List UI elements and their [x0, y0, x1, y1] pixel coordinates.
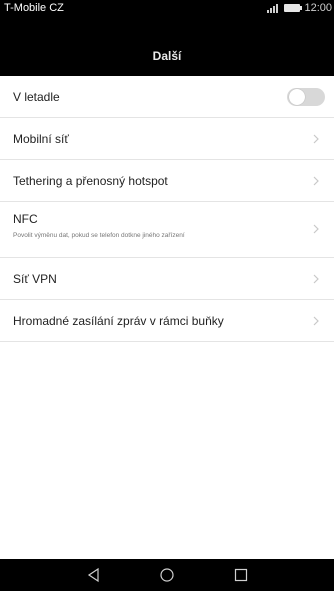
setting-sublabel: Povolit výměnu dat, pokud se telefon dot…: [13, 232, 185, 239]
setting-label: V letadle: [13, 90, 60, 104]
setting-label: Síť VPN: [13, 272, 57, 286]
home-icon[interactable]: [159, 567, 175, 583]
back-icon[interactable]: [86, 567, 102, 583]
status-bar: T-Mobile CZ 12:00: [0, 0, 334, 16]
toggle-knob: [289, 89, 305, 105]
setting-vpn[interactable]: Síť VPN: [0, 258, 334, 300]
recents-icon[interactable]: [233, 567, 249, 583]
clock: 12:00: [304, 2, 332, 14]
setting-tethering[interactable]: Tethering a přenosný hotspot: [0, 160, 334, 202]
signal-icon: [266, 3, 280, 13]
setting-mobile-network[interactable]: Mobilní síť: [0, 118, 334, 160]
setting-nfc[interactable]: NFC Povolit výměnu dat, pokud se telefon…: [0, 202, 334, 258]
title-bar: Další: [0, 16, 334, 76]
setting-label: Tethering a přenosný hotspot: [13, 174, 168, 188]
setting-airplane-mode[interactable]: V letadle: [0, 76, 334, 118]
chevron-right-icon: [313, 274, 319, 284]
settings-list: V letadle Mobilní síť Tethering a přenos…: [0, 76, 334, 342]
navigation-bar: [0, 559, 334, 591]
setting-label: Hromadné zasílání zpráv v rámci buňky: [13, 314, 224, 328]
battery-icon: [284, 4, 303, 12]
setting-label: Mobilní síť: [13, 132, 69, 146]
page-title: Další: [152, 49, 182, 63]
setting-label: NFC: [13, 212, 38, 226]
airplane-mode-toggle[interactable]: [287, 88, 325, 106]
chevron-right-icon: [313, 134, 319, 144]
chevron-right-icon: [313, 316, 319, 326]
carrier-name: T-Mobile CZ: [4, 2, 64, 14]
status-icons: 12:00: [266, 2, 332, 14]
chevron-right-icon: [313, 176, 319, 186]
setting-cell-broadcast[interactable]: Hromadné zasílání zpráv v rámci buňky: [0, 300, 334, 342]
chevron-right-icon: [313, 224, 319, 234]
